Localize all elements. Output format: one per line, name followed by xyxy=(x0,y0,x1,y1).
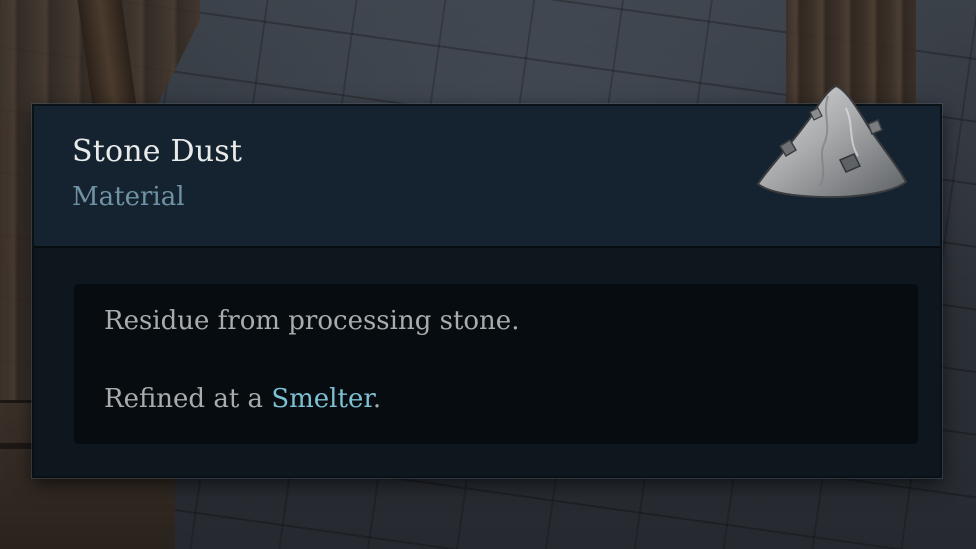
smelter-link[interactable]: Smelter xyxy=(271,384,373,414)
description-line-2-prefix: Refined at a xyxy=(104,384,272,414)
stone-dust-pile-icon xyxy=(750,66,910,201)
tooltip-body: Residue from processing stone. Refined a… xyxy=(34,248,940,476)
description-line-2: Refined at a Smelter. xyxy=(104,384,381,414)
item-tooltip: Stone Dust Material Residue from process… xyxy=(32,84,942,478)
item-type: Material xyxy=(72,182,185,212)
description-line-1: Residue from processing stone. xyxy=(104,306,520,336)
description-line-2-suffix: . xyxy=(372,384,382,414)
item-name: Stone Dust xyxy=(72,134,243,169)
tooltip-header: Stone Dust Material xyxy=(34,84,940,248)
description-box: Residue from processing stone. Refined a… xyxy=(74,284,918,444)
